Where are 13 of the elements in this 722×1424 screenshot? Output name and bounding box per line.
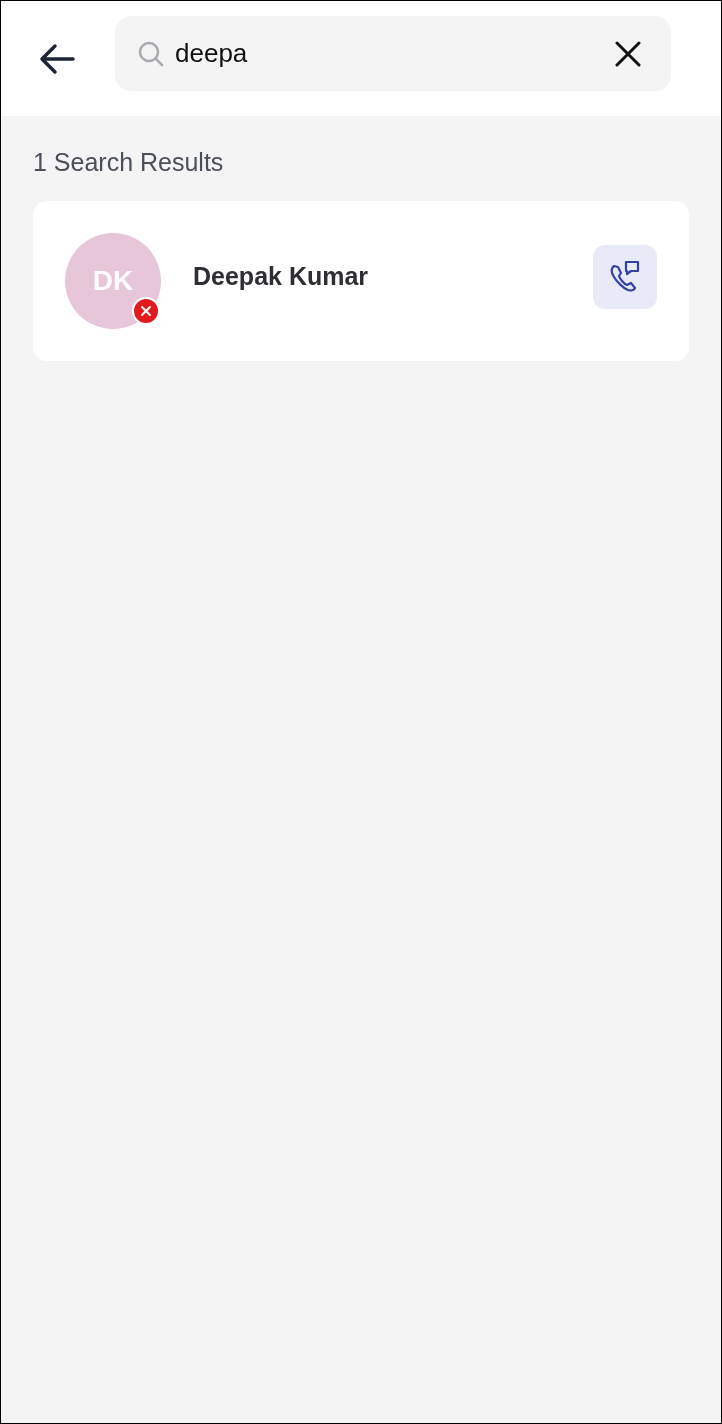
contact-name: Deepak Kumar	[193, 261, 370, 291]
search-icon	[137, 39, 165, 68]
search-field[interactable]: deepa	[115, 16, 671, 91]
clear-button[interactable]	[615, 40, 641, 67]
search-input[interactable]: deepa	[175, 38, 605, 69]
call-button[interactable]	[593, 245, 657, 309]
back-arrow-icon	[39, 42, 75, 75]
contact-card[interactable]: DK Deepak Kumar	[33, 201, 689, 361]
back-button[interactable]	[39, 42, 75, 75]
phone-message-icon	[608, 260, 642, 294]
results-heading: 1 Search Results	[33, 148, 225, 177]
close-icon	[615, 40, 641, 67]
avatar: DK	[65, 233, 161, 329]
